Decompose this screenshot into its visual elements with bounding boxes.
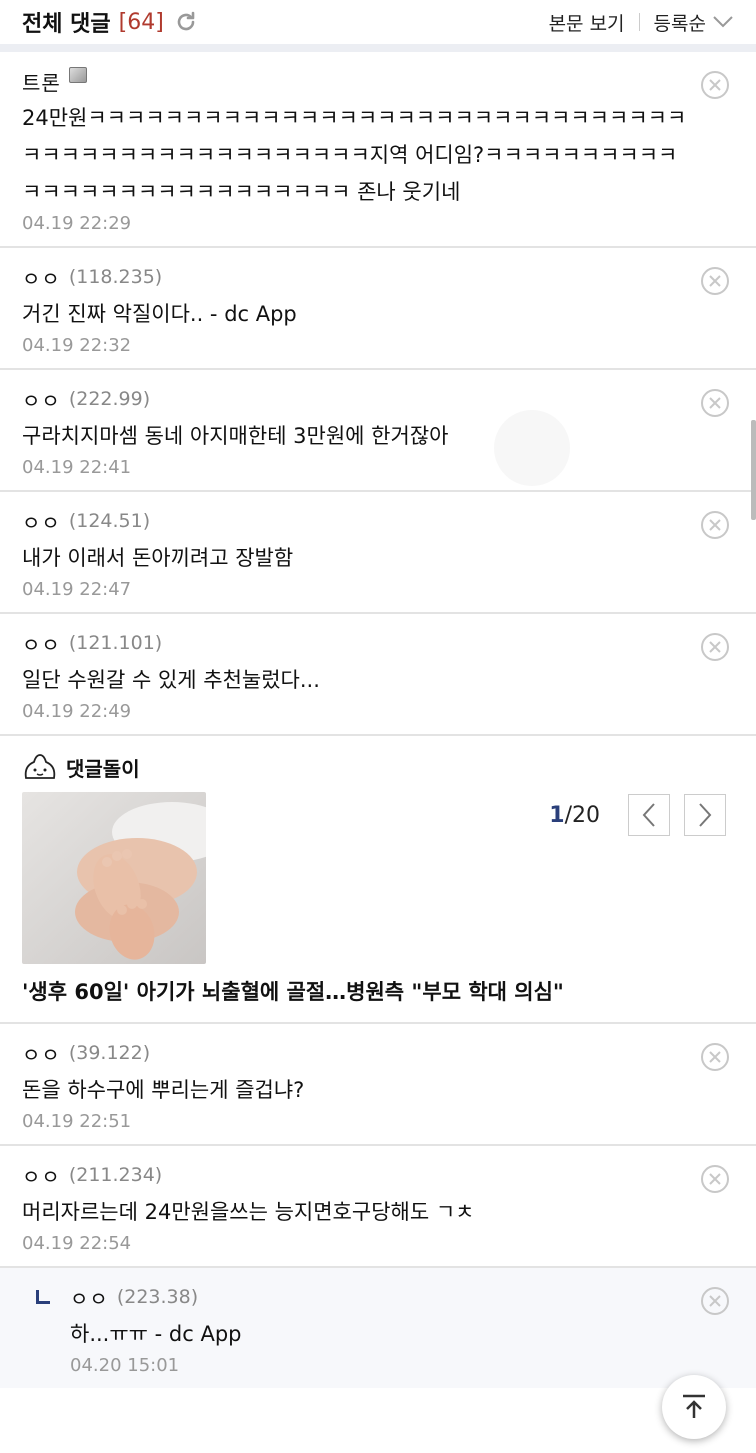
touch-indicator [494,410,570,486]
comment-date: 04.19 22:32 [22,335,132,356]
bot-mascot-icon [24,754,56,779]
scroll-top-button[interactable] [662,1375,726,1439]
comment-date: 04.20 15:01 [70,1355,180,1376]
comment-text: 하...ㅠㅠ - dc App [70,1322,242,1346]
comments-title: 전체 댓글 [22,12,111,37]
comment-text: 돈을 하수구에 뿌리는게 즐겁냐? [22,1078,305,1102]
comment-text: 일단 수원갈 수 있게 추천눌렀다... [22,668,320,692]
comment-date: 04.19 22:51 [22,1111,132,1132]
comment-item: ㅇㅇ (211.234) 머리자르는데 24만원을쓰는 능지면호구당해도 ㄱㅊ … [0,1146,756,1268]
close-icon[interactable] [700,1286,730,1316]
close-icon[interactable] [700,510,730,540]
comment-author[interactable]: ㅇㅇ [22,1161,61,1190]
comment-item: 트론 24만원ㅋㅋㅋㅋㅋㅋㅋㅋㅋㅋㅋㅋㅋㅋㅋㅋㅋㅋㅋㅋㅋㅋㅋㅋㅋㅋㅋㅋㅋㅋㅋㅋㅋ… [0,52,756,248]
comment-text: 머리자르는데 24만원을쓰는 능지면호구당해도 ㄱㅊ [22,1200,475,1224]
comments-header: 전체 댓글 [64] 본문 보기 등록순 [0,0,756,52]
page-indicator: 1/20 [549,802,600,828]
comment-text: 24만원ㅋㅋㅋㅋㅋㅋㅋㅋㅋㅋㅋㅋㅋㅋㅋㅋㅋㅋㅋㅋㅋㅋㅋㅋㅋㅋㅋㅋㅋㅋㅋㅋㅋㅋㅋㅋ… [22,106,687,204]
comment-text: 구라치지마셈 동네 아지매한테 3만원에 한거잖아 [22,424,449,448]
prev-button[interactable] [628,794,670,836]
comment-item: ㅇㅇ (118.235) 거긴 진짜 악질이다.. - dc App 04.19… [0,248,756,370]
comment-text: 내가 이래서 돈아끼려고 장발함 [22,546,294,570]
scrollbar[interactable] [751,420,756,520]
comment-item: ㅇㅇ (222.99) 구라치지마셈 동네 아지매한테 3만원에 한거잖아 04… [0,370,756,492]
bot-pager: 1/20 [549,794,726,836]
comment-author[interactable]: ㅇㅇ [22,263,61,292]
close-icon[interactable] [700,632,730,662]
comment-author[interactable]: ㅇㅇ [22,507,61,536]
comment-bot-widget: 댓글돌이 1/20 '생후 60일' 아기가 뇌출혈에 골절…병원측 "부모 학… [0,736,756,1024]
comment-text: 거긴 진짜 악질이다.. - dc App [22,302,297,326]
arrow-up-icon [683,1394,705,1418]
comment-author[interactable]: 트론 [22,67,61,96]
comment-count: [64] [118,9,164,35]
comment-item: ㅇㅇ (124.51) 내가 이래서 돈아끼려고 장발함 04.19 22:47 [0,492,756,614]
comment-date: 04.19 22:49 [22,701,132,722]
sort-dropdown[interactable]: 등록순 [654,9,734,36]
reply-item: ㅇㅇ (223.38) 하...ㅠㅠ - dc App 04.20 15:01 [0,1268,756,1388]
close-icon[interactable] [700,388,730,418]
comment-ip: (39.122) [68,1042,151,1064]
comment-ip: (124.51) [68,510,151,532]
divider [638,13,640,31]
refresh-icon[interactable] [174,10,198,34]
comment-ip: (121.101) [68,632,163,654]
comment-author[interactable]: ㅇㅇ [22,1039,61,1068]
comment-item: ㅇㅇ (121.101) 일단 수원갈 수 있게 추천눌렀다... 04.19 … [0,614,756,736]
comment-ip: (211.234) [68,1164,163,1186]
next-button[interactable] [684,794,726,836]
chevron-left-icon [642,803,655,827]
fixed-nick-icon [68,67,87,83]
comment-ip: (223.38) [116,1286,199,1308]
comment-author[interactable]: ㅇㅇ [22,385,61,414]
comment-author[interactable]: ㅇㅇ [70,1283,109,1312]
reply-arrow-icon [36,1290,50,1304]
close-icon[interactable] [700,266,730,296]
chevron-down-icon [713,16,733,28]
news-headline[interactable]: '생후 60일' 아기가 뇌출혈에 골절…병원측 "부모 학대 의심" [22,976,734,1006]
close-icon[interactable] [700,1164,730,1194]
chevron-right-icon [699,803,712,827]
view-body-button[interactable]: 본문 보기 [549,9,625,36]
news-thumbnail[interactable] [22,792,206,964]
comment-ip: (222.99) [68,388,151,410]
comment-date: 04.19 22:54 [22,1233,132,1254]
comment-date: 04.19 22:29 [22,213,132,234]
comment-author[interactable]: ㅇㅇ [22,629,61,658]
comment-item: ㅇㅇ (39.122) 돈을 하수구에 뿌리는게 즐겁냐? 04.19 22:5… [0,1024,756,1146]
comment-date: 04.19 22:41 [22,457,132,478]
close-icon[interactable] [700,1042,730,1072]
bot-name: 댓글돌이 [66,756,140,781]
sort-label: 등록순 [653,12,706,35]
comment-date: 04.19 22:47 [22,579,132,600]
comment-ip: (118.235) [68,266,163,288]
close-icon[interactable] [700,70,730,100]
